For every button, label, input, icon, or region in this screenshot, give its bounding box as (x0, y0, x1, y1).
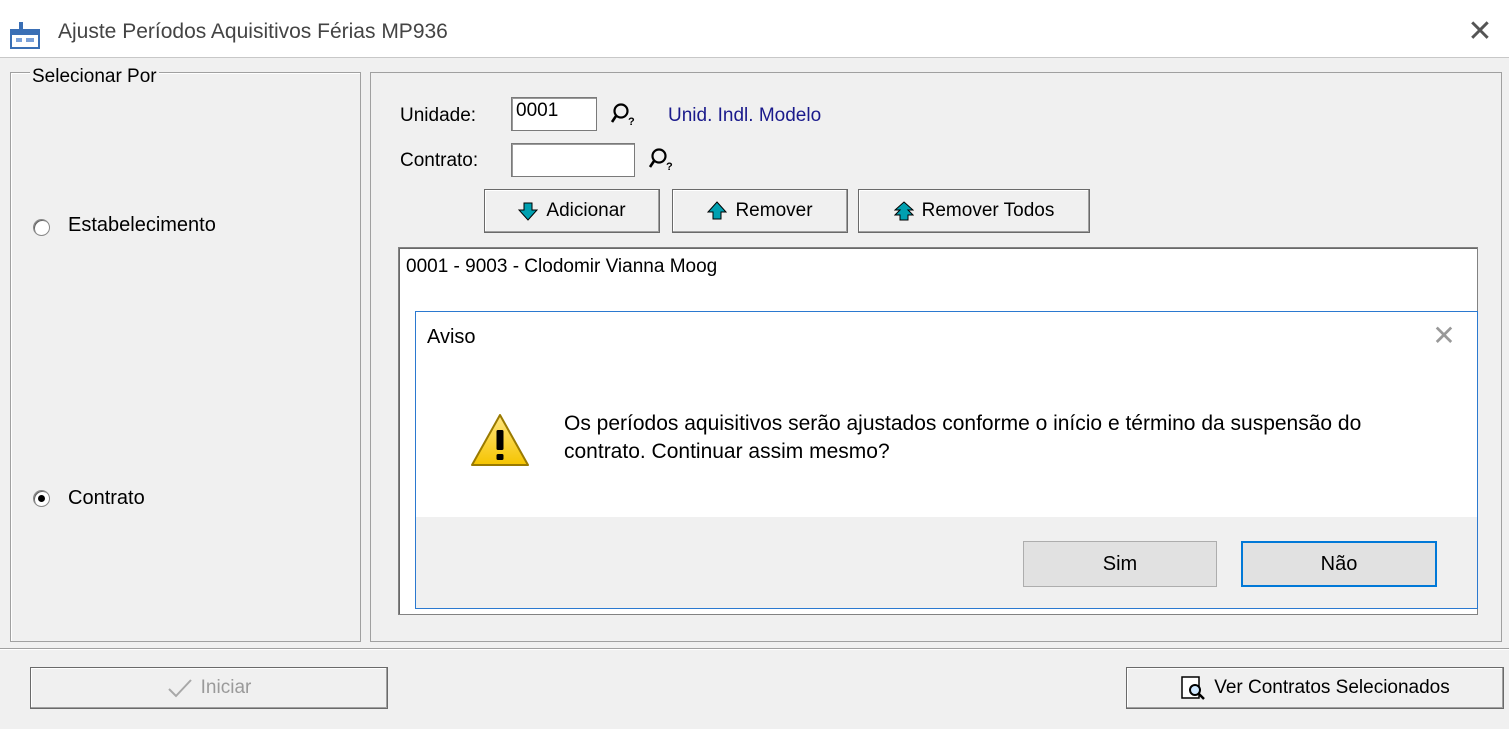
close-window-button[interactable]: ✕ (1462, 14, 1498, 50)
unidade-search-icon[interactable]: ? (610, 101, 636, 127)
window-title: Ajuste Períodos Aquisitivos Férias MP936 (58, 20, 448, 43)
select-by-legend: Selecionar Por (30, 66, 159, 88)
select-by-group (10, 72, 361, 642)
unidade-description: Unid. Indl. Modelo (668, 105, 822, 126)
warning-icon (471, 414, 529, 466)
arrow-down-icon (518, 202, 539, 221)
app-window-icon (10, 22, 40, 49)
radio-estabelecimento-label[interactable]: Estabelecimento (68, 214, 216, 237)
contrato-label: Contrato: (400, 150, 479, 171)
remover-todos-button[interactable]: Remover Todos (858, 189, 1090, 233)
footer-separator (0, 648, 1509, 650)
iniciar-button[interactable]: Iniciar (30, 667, 388, 709)
double-arrow-up-icon (893, 201, 914, 221)
iniciar-label: Iniciar (200, 677, 252, 698)
ver-contratos-button[interactable]: Ver Contratos Selecionados (1126, 667, 1504, 709)
nao-button[interactable]: Não (1241, 541, 1437, 587)
remover-button[interactable]: Remover (672, 189, 848, 233)
remover-todos-label: Remover Todos (921, 200, 1055, 221)
adicionar-button[interactable]: Adicionar (484, 189, 660, 233)
unidade-label: Unidade: (400, 105, 477, 126)
radio-contrato-label[interactable]: Contrato (68, 487, 145, 510)
contrato-search-icon[interactable]: ? (648, 146, 674, 172)
adicionar-label: Adicionar (546, 200, 626, 221)
arrow-up-icon (707, 201, 728, 220)
svg-text:?: ? (628, 116, 635, 127)
dialog-close-button[interactable]: ✕ (1426, 318, 1462, 354)
radio-estabelecimento[interactable] (33, 219, 50, 236)
document-search-icon (1181, 676, 1206, 700)
checkmark-icon (167, 679, 192, 698)
unidade-input[interactable]: 0001 (511, 97, 597, 131)
svg-text:?: ? (666, 161, 673, 172)
ver-contratos-label: Ver Contratos Selecionados (1214, 677, 1450, 698)
remover-label: Remover (735, 200, 813, 221)
dialog-title: Aviso (427, 326, 476, 348)
sim-button[interactable]: Sim (1023, 541, 1217, 587)
radio-contrato[interactable] (33, 490, 50, 507)
contrato-input[interactable] (511, 143, 635, 177)
list-item[interactable]: 0001 - 9003 - Clodomir Vianna Moog (406, 256, 717, 278)
dialog-message: Os períodos aquisitivos serão ajustados … (564, 412, 1362, 463)
